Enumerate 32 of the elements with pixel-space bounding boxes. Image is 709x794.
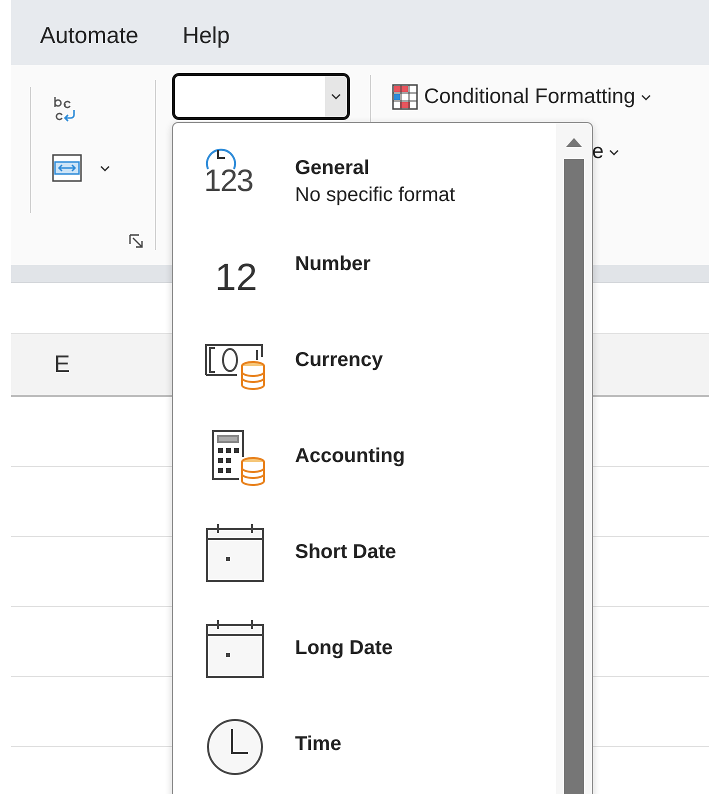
- format-name: General: [295, 157, 370, 180]
- conditional-formatting-button[interactable]: Conditional Formatting: [392, 84, 652, 110]
- chevron-down-icon: [331, 93, 341, 100]
- format-name: Short Date: [295, 541, 396, 564]
- format-name: Number: [295, 253, 371, 276]
- menu-item[interactable]: Currency: [173, 327, 548, 423]
- format-as-table-button[interactable]: e: [592, 140, 652, 164]
- format-name: Currency: [295, 349, 383, 372]
- chevron-down-icon: [100, 164, 110, 172]
- number-format-field[interactable]: [172, 73, 350, 120]
- menu-item[interactable]: Long Date: [173, 615, 548, 711]
- format-description: No specific format: [295, 184, 456, 207]
- format-name: Accounting: [295, 445, 405, 468]
- format-name: Long Date: [295, 637, 393, 660]
- conditional-formatting-icon: [392, 84, 418, 110]
- number-sample: 123: [204, 165, 253, 196]
- merge-cells-icon[interactable]: [52, 153, 82, 183]
- menu-item[interactable]: Accounting: [173, 423, 548, 519]
- menu-item[interactable]: 12 Number: [173, 231, 548, 327]
- chevron-down-icon: [641, 94, 652, 100]
- chevron-down-icon: [608, 148, 619, 156]
- ribbon-tab[interactable]: Automate: [40, 16, 138, 49]
- dialog-launcher-icon[interactable]: [129, 234, 145, 250]
- ribbon-tab[interactable]: Help: [182, 16, 230, 49]
- menu-item[interactable]: Time: [173, 711, 548, 794]
- format-name: Time: [295, 733, 342, 756]
- column-header[interactable]: E: [11, 350, 70, 378]
- number-sample: 12: [215, 259, 258, 297]
- menu-item[interactable]: Short Date: [173, 519, 548, 615]
- scroll-thumb[interactable]: [564, 159, 584, 794]
- menu-item[interactable]: 123 General No specific format: [173, 135, 548, 231]
- scrollbar[interactable]: [556, 123, 592, 794]
